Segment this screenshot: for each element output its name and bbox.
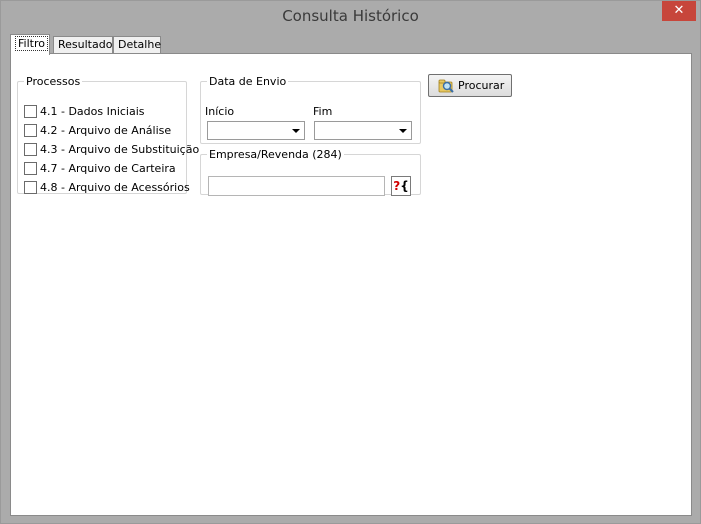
tab-detalhe-label: Detalhe [118, 38, 162, 51]
tab-filtro[interactable]: Filtro [10, 34, 50, 55]
processo-checkbox-4-1[interactable]: 4.1 - Dados Iniciais [24, 104, 145, 121]
checkbox-label: 4.7 - Arquivo de Carteira [40, 162, 176, 175]
fim-date-select[interactable] [314, 121, 412, 140]
checkbox-label: 4.1 - Dados Iniciais [40, 105, 145, 118]
procurar-button[interactable]: Procurar [428, 74, 512, 97]
inicio-date-select[interactable] [207, 121, 305, 140]
checkbox-box[interactable] [24, 180, 37, 194]
processos-group: Processos 4.1 - Dados Iniciais 4.2 - Arq… [17, 75, 199, 197]
processo-checkbox-4-2[interactable]: 4.2 - Arquivo de Análise [24, 123, 172, 140]
procurar-label: Procurar [458, 79, 505, 92]
empresa-legend: Empresa/Revenda (284) [209, 148, 342, 161]
data-envio-group: Data de Envio Início Fim [200, 75, 421, 144]
empresa-group: Empresa/Revenda (284) ?{ [200, 148, 421, 196]
checkbox-box[interactable] [24, 104, 37, 118]
data-envio-legend: Data de Envio [209, 75, 287, 88]
tab-resultado-label: Resultado [58, 38, 113, 51]
tab-filtro-label: Filtro [15, 36, 48, 51]
tab-resultado[interactable]: Resultado [53, 36, 113, 53]
close-icon: ✕ [673, 3, 685, 18]
empresa-input[interactable] [208, 176, 385, 196]
fim-label: Fim [313, 105, 333, 118]
processo-checkbox-4-3[interactable]: 4.3 - Arquivo de Substituição [24, 142, 200, 159]
title-bar: Consulta Histórico ✕ [1, 1, 700, 31]
inicio-label: Início [205, 105, 235, 118]
chevron-down-icon [292, 129, 300, 133]
processos-legend: Processos [26, 75, 81, 88]
window-title: Consulta Histórico [282, 7, 419, 25]
close-button[interactable]: ✕ [662, 1, 696, 21]
empresa-lookup-button[interactable]: ?{ [391, 176, 411, 196]
question-bracket-icon: ?{ [393, 179, 409, 193]
search-folder-icon [438, 79, 454, 93]
checkbox-label: 4.3 - Arquivo de Substituição [40, 143, 200, 156]
processo-checkbox-4-7[interactable]: 4.7 - Arquivo de Carteira [24, 161, 176, 178]
tab-detalhe[interactable]: Detalhe [113, 36, 161, 53]
checkbox-box[interactable] [24, 142, 37, 156]
app-window: Consulta Histórico ✕ Filtro Resultado De… [0, 0, 701, 524]
checkbox-box[interactable] [24, 123, 37, 137]
chevron-down-icon [399, 129, 407, 133]
checkbox-label: 4.2 - Arquivo de Análise [40, 124, 172, 137]
checkbox-label: 4.8 - Arquivo de Acessórios [40, 181, 190, 194]
filter-panel: Processos 4.1 - Dados Iniciais 4.2 - Arq… [10, 53, 692, 516]
processo-checkbox-4-8[interactable]: 4.8 - Arquivo de Acessórios [24, 180, 190, 197]
checkbox-box[interactable] [24, 161, 37, 175]
